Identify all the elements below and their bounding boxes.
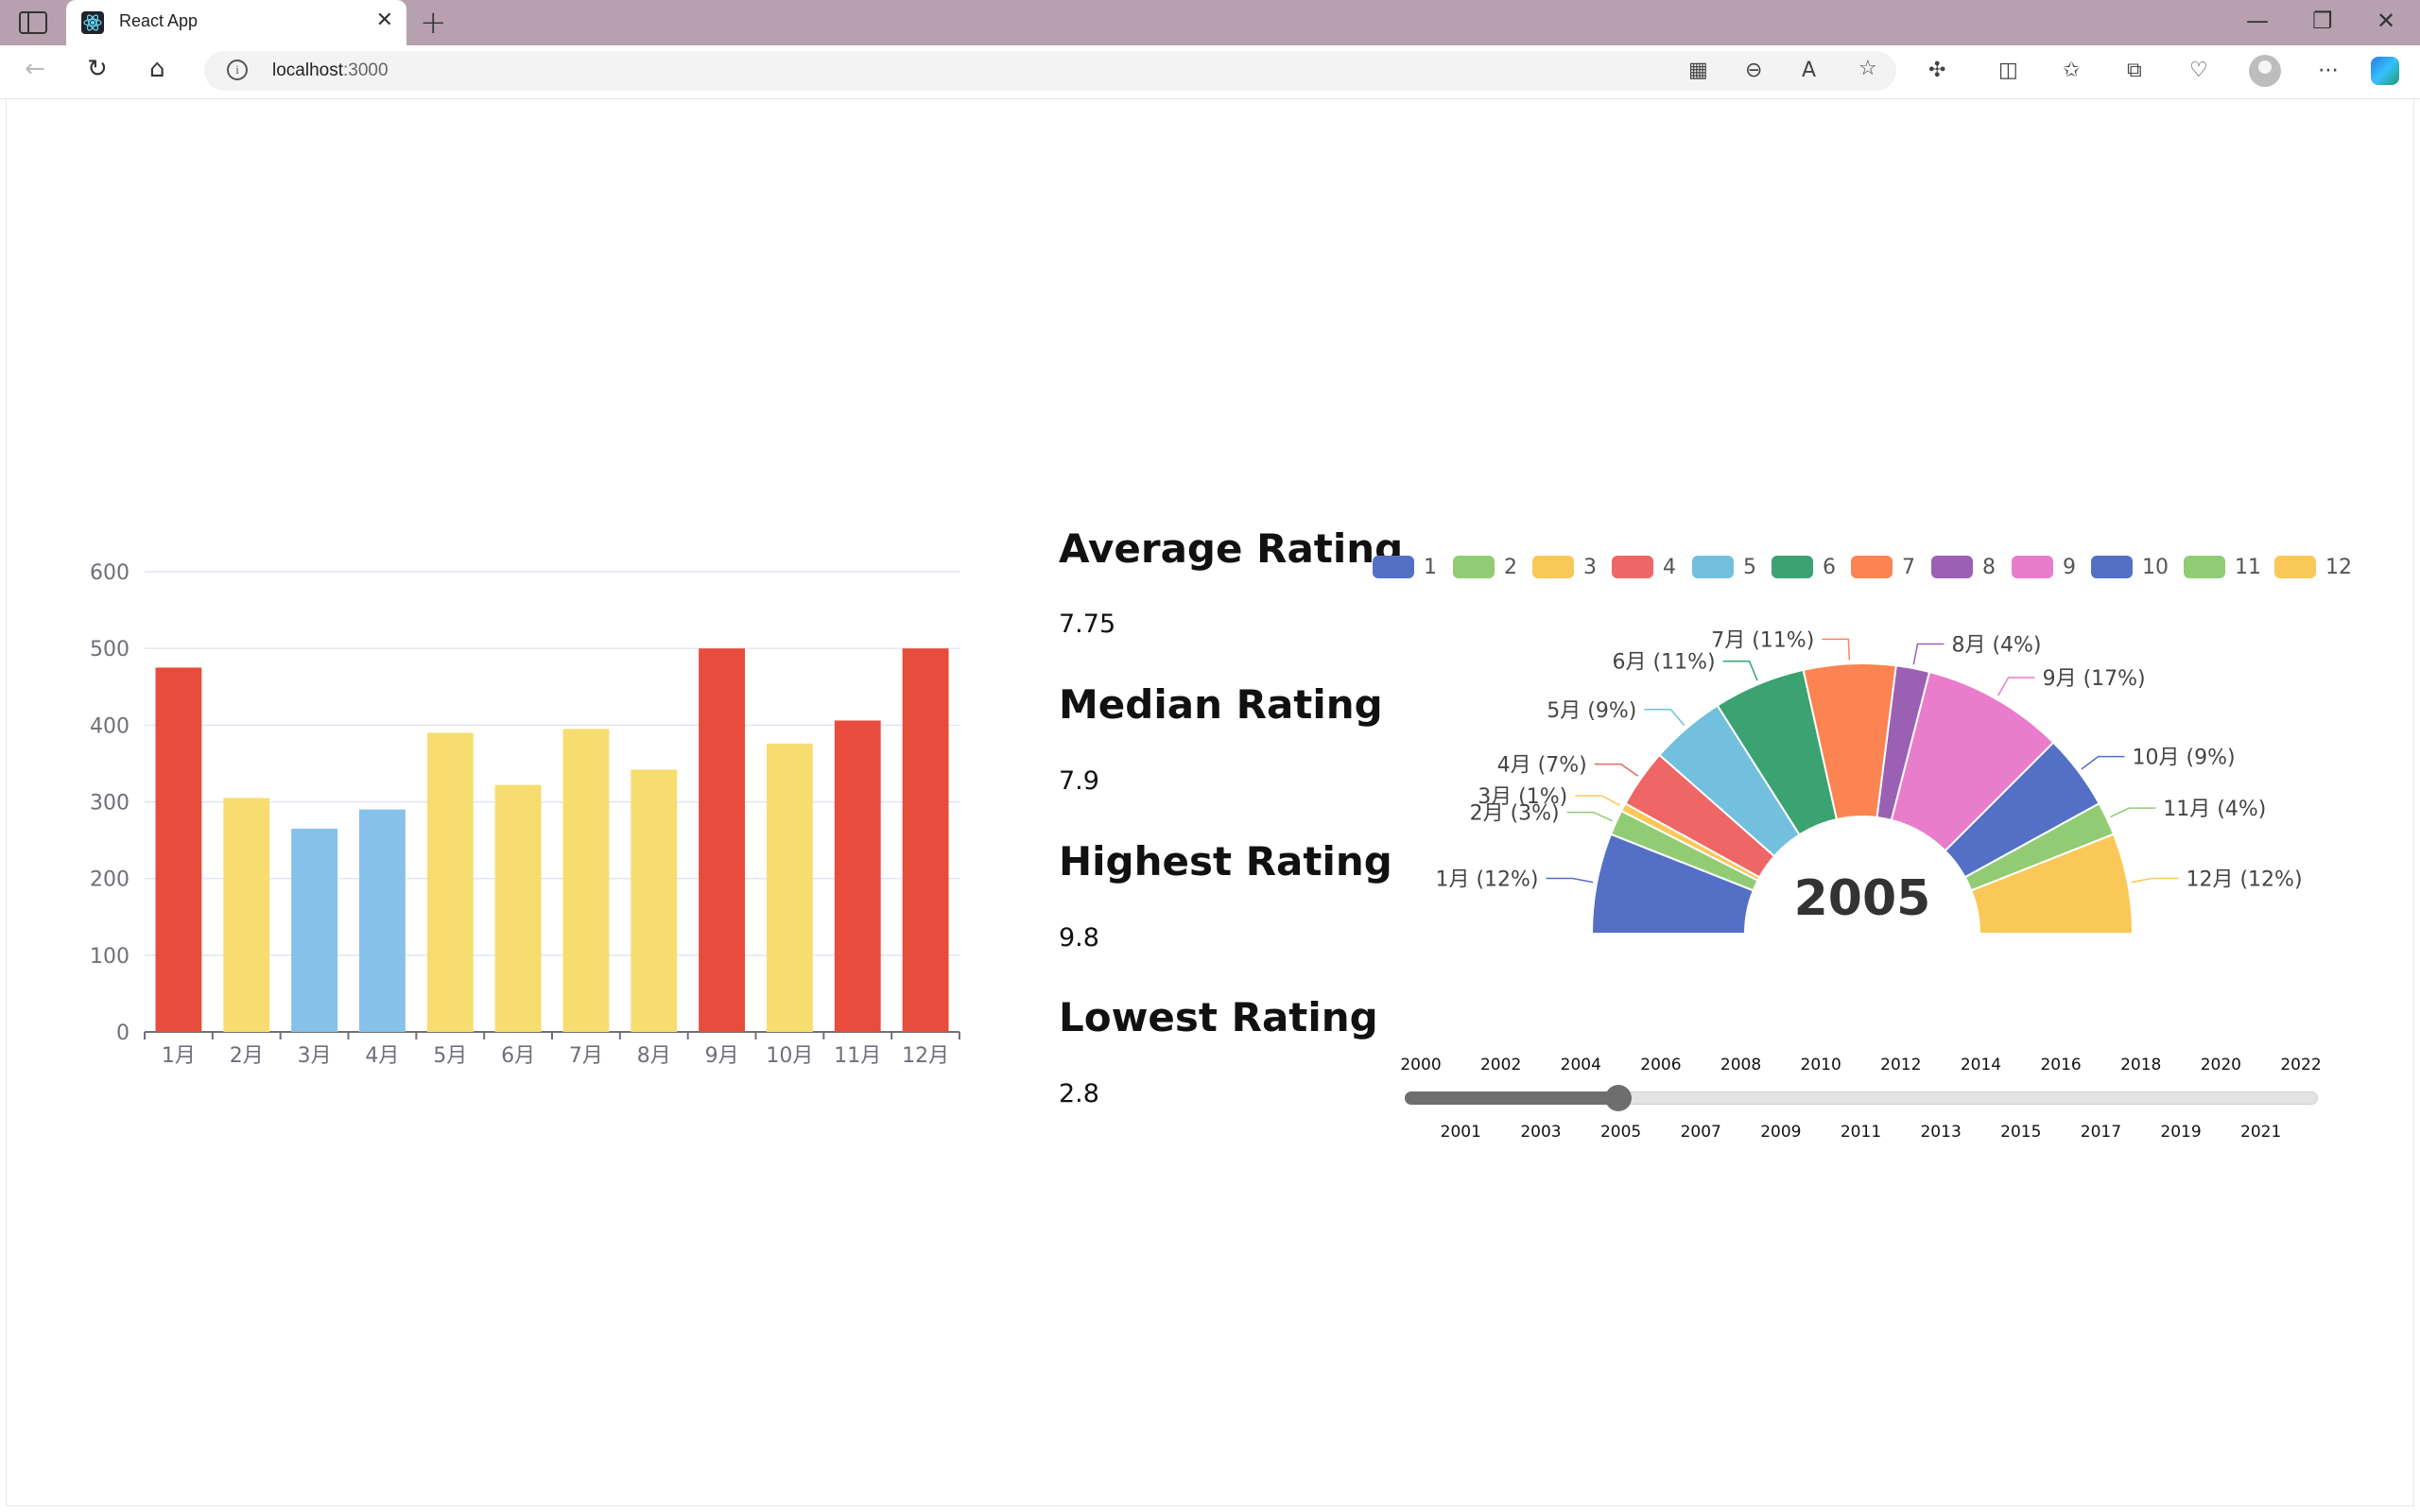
- slider-thumb[interactable]: [1605, 1085, 1632, 1111]
- bar: [699, 648, 746, 1032]
- lowest-rating-value: 2.8: [1059, 1079, 1099, 1108]
- slider-year-label: 2022: [2280, 1056, 2322, 1074]
- median-rating-value: 7.9: [1059, 766, 1099, 796]
- x-tick-label: 3月: [298, 1044, 332, 1068]
- bar: [291, 828, 338, 1032]
- x-tick-label: 6月: [501, 1044, 535, 1068]
- slider-year-label: 2021: [2240, 1123, 2282, 1142]
- slider-year-label: 2008: [1720, 1056, 1762, 1074]
- average-rating-value: 7.75: [1059, 610, 1116, 639]
- bar: [358, 809, 406, 1032]
- y-tick-label: 0: [116, 1022, 130, 1045]
- slider-year-label: 2020: [2200, 1056, 2241, 1074]
- y-tick-label: 500: [90, 638, 130, 662]
- lowest-rating-heading: Lowest Rating: [1059, 994, 1378, 1040]
- monthly-bar-chart: 0 100 200 300 400 500 600 1月 2月 3月 4月 5月 6月 7月 8月 9月 10月…: [90, 561, 960, 1068]
- x-tick-label: 10月: [766, 1044, 813, 1068]
- slider-fill: [1405, 1091, 1618, 1105]
- y-tick-label: 300: [90, 792, 130, 816]
- slider-year-label: 2016: [2040, 1056, 2082, 1074]
- slider-year-label: 2000: [1400, 1056, 1442, 1074]
- slider-year-label: 2004: [1560, 1056, 1601, 1074]
- x-tick-label: 4月: [365, 1044, 399, 1068]
- highest-rating-heading: Highest Rating: [1059, 838, 1392, 885]
- slider-year-label: 2019: [2160, 1123, 2202, 1142]
- slider-year-label: 2002: [1479, 1056, 1522, 1074]
- slider-year-label: 2018: [2120, 1056, 2162, 1074]
- highest-rating-value: 9.8: [1059, 923, 1099, 953]
- x-tick-label: 1月: [162, 1044, 196, 1068]
- slider-year-label: 2003: [1520, 1123, 1562, 1142]
- slider-year-label: 2010: [1800, 1056, 1841, 1074]
- y-tick-label: 100: [90, 945, 130, 969]
- slider-year-label: 2007: [1680, 1123, 1721, 1142]
- x-tick-label: 5月: [433, 1044, 467, 1068]
- bar: [426, 732, 474, 1032]
- median-rating-heading: Median Rating: [1059, 681, 1383, 728]
- slider-year-label: 2017: [2080, 1123, 2122, 1142]
- y-tick-label: 400: [90, 714, 130, 738]
- slider-year-label: 2009: [1760, 1123, 1802, 1142]
- bar: [766, 743, 813, 1032]
- slider-year-label: 2001: [1440, 1123, 1481, 1142]
- x-tick-label: 12月: [902, 1044, 949, 1068]
- x-tick-label: 7月: [569, 1044, 603, 1068]
- x-tick-label: 9月: [705, 1044, 739, 1068]
- x-tick-label: 8月: [637, 1044, 671, 1068]
- slider-year-label: 2012: [1880, 1056, 1922, 1074]
- bar: [494, 784, 542, 1032]
- slider-year-label: 2006: [1640, 1056, 1682, 1074]
- y-tick-label: 600: [90, 561, 130, 585]
- average-rating-heading: Average Rating: [1059, 525, 1404, 572]
- slider-year-label: 2015: [2000, 1123, 2042, 1142]
- bar: [631, 769, 678, 1032]
- slider-year-label: 2014: [1960, 1056, 2002, 1074]
- bar: [562, 729, 610, 1032]
- slider-year-label: 2013: [1920, 1123, 1962, 1142]
- slider-year-label: 2011: [1840, 1123, 1882, 1142]
- bar: [834, 720, 881, 1032]
- x-tick-label: 11月: [834, 1044, 881, 1068]
- y-tick-label: 200: [90, 868, 130, 892]
- bar: [155, 667, 202, 1032]
- x-tick-label: 2月: [230, 1044, 264, 1068]
- bar: [223, 798, 270, 1032]
- bar: [902, 648, 949, 1032]
- slider-year-label: 2005: [1599, 1123, 1642, 1142]
